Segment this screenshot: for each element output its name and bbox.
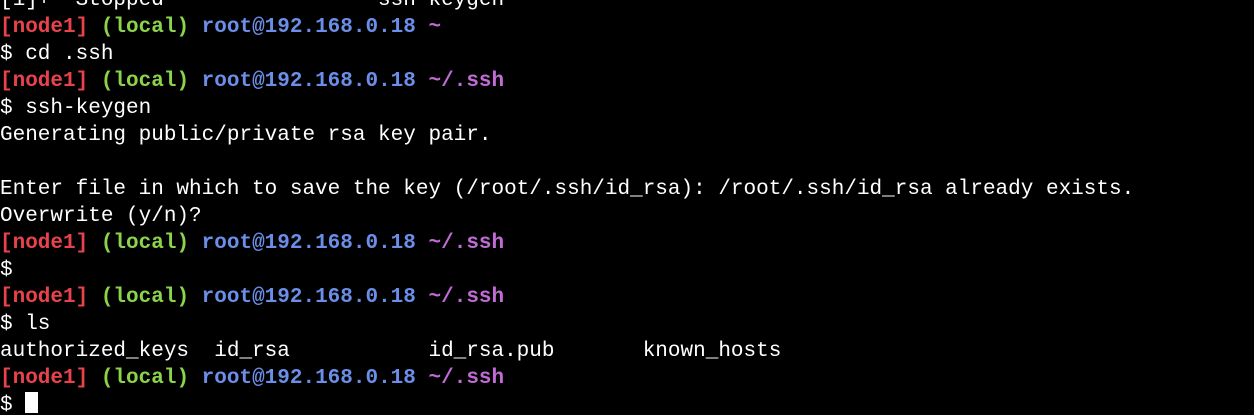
output-line: Enter file in which to save the key (/ro… <box>0 176 1254 203</box>
prompt-env: (local) <box>100 16 190 39</box>
output-text: Generating public/private rsa key pair. <box>0 124 492 147</box>
prompt-user: root@192.168.0.18 <box>201 286 416 309</box>
output-text: [1]+ Stopped ssh-keygen <box>0 0 505 12</box>
prompt-path: ~/.ssh <box>428 286 505 309</box>
prompt-user: root@192.168.0.18 <box>201 232 416 255</box>
prompt-host: [node1] <box>0 16 89 39</box>
command-text: $ ls <box>0 313 51 336</box>
prompt-env: (local) <box>100 232 190 255</box>
command-text: $ ssh-keygen <box>0 97 152 120</box>
prompt-host: [node1] <box>0 286 89 309</box>
output-text: Overwrite (y/n)? <box>0 205 202 228</box>
prompt-path: ~/.ssh <box>428 232 505 255</box>
output-text: authorized_keys id_rsa id_rsa.pub known_… <box>0 340 782 363</box>
terminal-window[interactable]: [1]+ Stopped ssh-keygen [node1] (local) … <box>0 0 1254 415</box>
input-line[interactable]: $ <box>0 392 1254 415</box>
input-prompt: $ <box>0 394 26 415</box>
prompt-host: [node1] <box>0 367 89 390</box>
output-text: Enter file in which to save the key (/ro… <box>0 178 1135 201</box>
output-line: Generating public/private rsa key pair. <box>0 122 1254 149</box>
prompt-line: [node1] (local) root@192.168.0.18 ~/.ssh <box>0 68 1254 95</box>
prompt-user: root@192.168.0.18 <box>201 367 416 390</box>
prompt-host: [node1] <box>0 70 89 93</box>
prompt-line: [node1] (local) root@192.168.0.18 ~/.ssh <box>0 230 1254 257</box>
prompt-env: (local) <box>100 286 190 309</box>
command-line: $ ssh-keygen <box>0 95 1254 122</box>
output-line: [1]+ Stopped ssh-keygen <box>0 0 1254 14</box>
prompt-env: (local) <box>100 70 190 93</box>
terminal-output: [1]+ Stopped ssh-keygen [node1] (local) … <box>0 0 1254 415</box>
command-text: $ cd .ssh <box>0 43 114 66</box>
prompt-line: [node1] (local) root@192.168.0.18 ~/.ssh <box>0 284 1254 311</box>
prompt-line: [node1] (local) root@192.168.0.18 ~/.ssh <box>0 365 1254 392</box>
prompt-user: root@192.168.0.18 <box>201 70 416 93</box>
command-text: $ <box>0 259 13 282</box>
output-line: Overwrite (y/n)? <box>0 203 1254 230</box>
prompt-path: ~ <box>428 16 442 39</box>
prompt-path: ~/.ssh <box>428 367 505 390</box>
prompt-user: root@192.168.0.18 <box>201 16 416 39</box>
command-line: $ cd .ssh <box>0 41 1254 68</box>
prompt-env: (local) <box>100 367 190 390</box>
command-line: $ ls <box>0 311 1254 338</box>
prompt-path: ~/.ssh <box>428 70 505 93</box>
output-line: authorized_keys id_rsa id_rsa.pub known_… <box>0 338 1254 365</box>
command-line: $ <box>0 257 1254 284</box>
prompt-line: [node1] (local) root@192.168.0.18 ~ <box>0 14 1254 41</box>
prompt-host: [node1] <box>0 232 89 255</box>
cursor-block <box>25 392 39 413</box>
